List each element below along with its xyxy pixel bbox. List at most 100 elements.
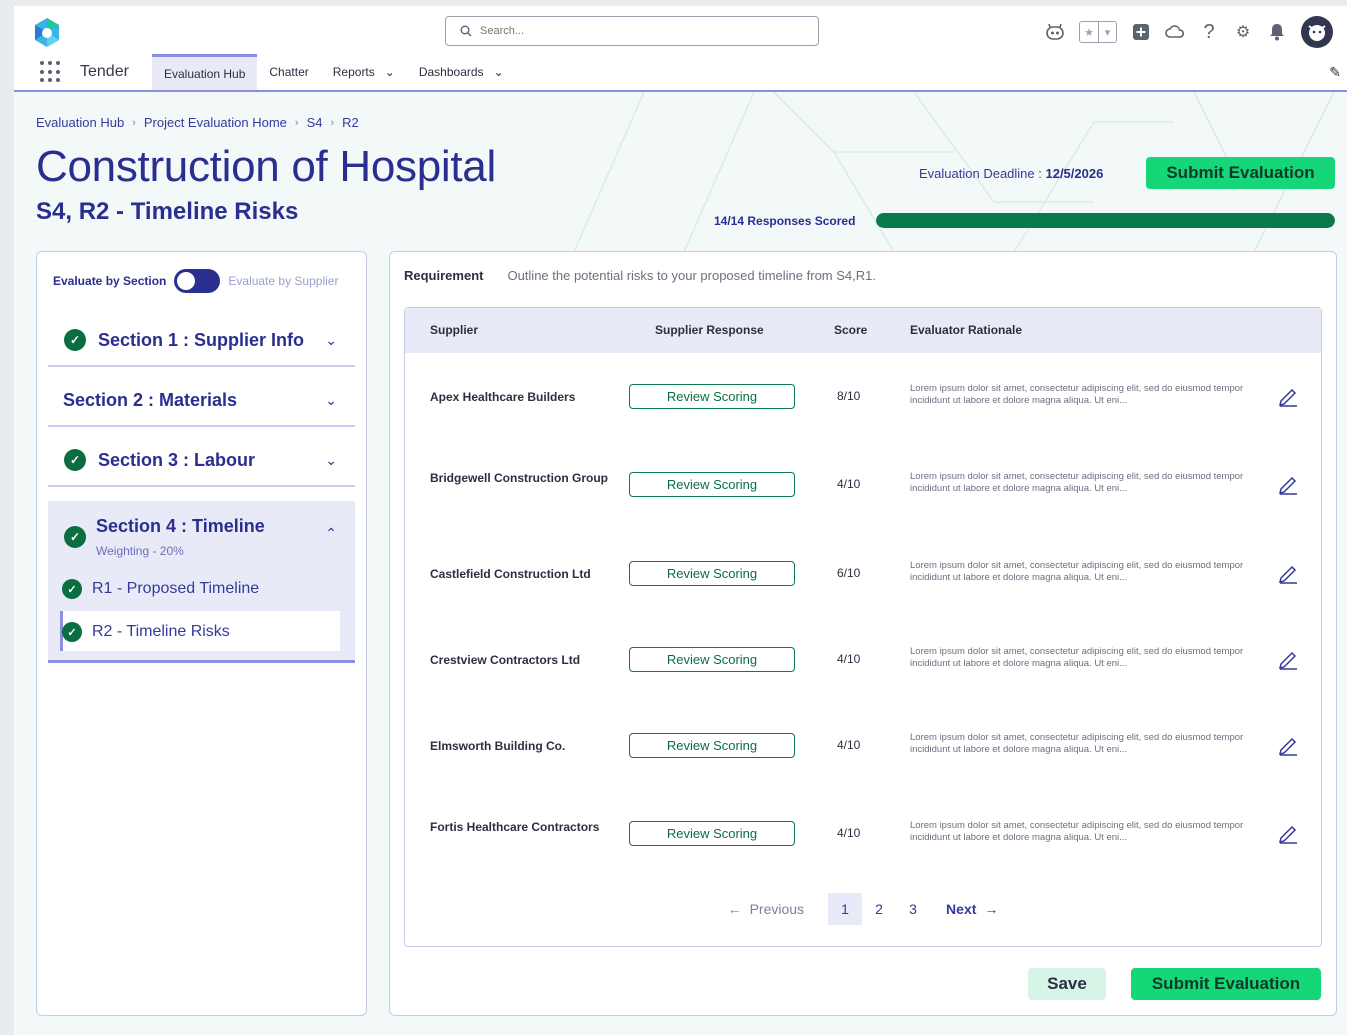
avatar-icon[interactable] — [1301, 16, 1333, 48]
score-value: 4/10 — [837, 738, 861, 752]
tab-chatter[interactable]: Chatter — [257, 54, 320, 90]
evaluation-deadline: Evaluation Deadline : 12/5/2026 — [919, 166, 1103, 181]
requirement-label: Requirement — [404, 268, 484, 283]
sub-item-label: R2 - Timeline Risks — [92, 623, 230, 640]
progress-label: 14/14 Responses Scored — [714, 214, 856, 228]
check-icon: ✓ — [64, 526, 86, 548]
app-logo-icon[interactable] — [30, 16, 64, 50]
page-subtitle: S4, R2 - Timeline Risks — [36, 198, 299, 225]
column-header-score: Score — [834, 323, 868, 337]
chevron-right-icon: › — [294, 116, 299, 129]
table-row: Bridgewell Construction Group Review Sco… — [405, 455, 1321, 515]
column-header-response: Supplier Response — [655, 323, 764, 337]
tab-label: Evaluation Hub — [164, 66, 246, 81]
pencil-icon[interactable] — [1277, 473, 1299, 495]
supplier-scores-table: Supplier Supplier Response Score Evaluat… — [404, 307, 1322, 947]
breadcrumb-r2[interactable]: R2 — [342, 115, 359, 130]
pencil-icon[interactable] — [1277, 648, 1299, 670]
submit-evaluation-bottom-button[interactable]: Submit Evaluation — [1131, 968, 1321, 1000]
rationale-text: Lorem ipsum dolor sit amet, consectetur … — [910, 732, 1244, 755]
column-header-supplier: Supplier — [430, 323, 479, 337]
tab-evaluation-hub[interactable]: Evaluation Hub — [152, 54, 258, 90]
sidebar-section-3[interactable]: ✓ Section 3 : Labour ⌄ — [48, 435, 355, 487]
chevron-right-icon: › — [132, 116, 136, 129]
tab-label: Reports — [332, 65, 375, 79]
table-row: Castlefield Construction Ltd Review Scor… — [405, 544, 1321, 604]
review-scoring-button[interactable]: Review Scoring — [629, 647, 795, 672]
section-label: Section 2 : Materials — [63, 389, 238, 410]
review-scoring-button[interactable]: Review Scoring — [629, 821, 795, 846]
evaluate-mode-toggle-row: Evaluate by Section Evaluate by Supplier — [53, 269, 338, 293]
pagination: ← Previous 1 2 3 Next → — [405, 893, 1321, 925]
next-label: Next — [946, 901, 977, 917]
rationale-text: Lorem ipsum dolor sit amet, consectetur … — [910, 646, 1244, 669]
breadcrumb-project-home[interactable]: Project Evaluation Home — [144, 115, 287, 130]
save-button[interactable]: Save — [1028, 968, 1106, 1000]
chevron-down-icon[interactable]: ⌄ — [385, 65, 395, 79]
review-scoring-button[interactable]: Review Scoring — [629, 561, 795, 586]
check-icon: ✓ — [64, 449, 86, 471]
review-scoring-button[interactable]: Review Scoring — [629, 384, 795, 409]
chevron-up-icon[interactable]: ⌃ — [325, 525, 337, 542]
sidebar-section-4[interactable]: ✓ Section 4 : Timeline Weighting - 20% ⌃… — [48, 501, 355, 663]
score-value: 4/10 — [837, 652, 861, 666]
tab-reports[interactable]: Reports ⌄ — [321, 54, 407, 90]
plus-icon[interactable] — [1131, 22, 1151, 42]
evaluation-panel: Requirement Outline the potential risks … — [389, 251, 1337, 1016]
search-icon — [460, 25, 472, 37]
agent-icon[interactable] — [1045, 22, 1065, 42]
breadcrumb-evaluation-hub[interactable]: Evaluation Hub — [36, 115, 124, 130]
score-value: 4/10 — [837, 477, 861, 491]
supplier-name: Castlefield Construction Ltd — [430, 567, 591, 581]
edit-nav-pencil-icon[interactable]: ✎ — [1329, 64, 1341, 81]
chevron-down-icon[interactable]: ▾ — [1098, 22, 1116, 42]
sidebar-item-r2[interactable]: ✓ R2 - Timeline Risks — [62, 622, 230, 642]
sidebar-section-1[interactable]: ✓ Section 1 : Supplier Info ⌄ — [48, 315, 355, 367]
global-search[interactable] — [445, 16, 819, 46]
pencil-icon[interactable] — [1277, 822, 1299, 844]
breadcrumb: Evaluation Hub › Project Evaluation Home… — [36, 115, 359, 130]
pencil-icon[interactable] — [1277, 385, 1299, 407]
search-input[interactable] — [480, 25, 780, 37]
table-row: Crestview Contractors Ltd Review Scoring… — [405, 630, 1321, 690]
evaluate-mode-toggle[interactable] — [174, 269, 221, 293]
chevron-down-icon[interactable]: ⌄ — [325, 452, 337, 469]
submit-evaluation-button[interactable]: Submit Evaluation — [1146, 157, 1335, 189]
deadline-value: 12/5/2026 — [1045, 166, 1104, 181]
section-label: Section 1 : Supplier Info — [98, 329, 305, 350]
next-page-button[interactable]: Next → — [946, 901, 998, 917]
chevron-down-icon[interactable]: ⌄ — [325, 332, 337, 349]
section-navigator: Evaluate by Section Evaluate by Supplier… — [36, 251, 367, 1016]
column-header-rationale: Evaluator Rationale — [910, 323, 1023, 337]
gear-icon[interactable]: ⚙ — [1233, 22, 1253, 42]
favorites-control[interactable]: ★ ▾ — [1079, 21, 1117, 43]
page-3-button[interactable]: 3 — [896, 893, 930, 925]
bell-icon[interactable] — [1267, 22, 1287, 42]
check-icon: ✓ — [62, 579, 82, 599]
tab-dashboards[interactable]: Dashboards ⌄ — [407, 54, 516, 90]
cloud-icon[interactable] — [1165, 22, 1185, 42]
help-icon[interactable]: ? — [1199, 21, 1219, 43]
chevron-down-icon[interactable]: ⌄ — [494, 65, 504, 79]
pencil-icon[interactable] — [1277, 562, 1299, 584]
page-2-button[interactable]: 2 — [862, 893, 896, 925]
sidebar-section-2[interactable]: Section 2 : Materials ⌄ — [48, 375, 355, 427]
pencil-icon[interactable] — [1277, 734, 1299, 756]
chevron-right-icon: › — [330, 116, 335, 129]
sidebar-item-r1[interactable]: ✓ R1 - Proposed Timeline — [62, 579, 259, 599]
breadcrumb-s4[interactable]: S4 — [307, 115, 323, 130]
review-scoring-button[interactable]: Review Scoring — [629, 472, 795, 497]
previous-page-button[interactable]: ← Previous — [728, 901, 804, 917]
chevron-down-icon[interactable]: ⌄ — [325, 392, 337, 409]
section-label: Section 3 : Labour — [98, 449, 256, 470]
page-1-button[interactable]: 1 — [828, 893, 863, 925]
check-icon: ✓ — [64, 329, 86, 351]
table-row: Fortis Healthcare Contractors Review Sco… — [405, 804, 1321, 864]
star-icon[interactable]: ★ — [1080, 22, 1098, 42]
supplier-name: Apex Healthcare Builders — [430, 390, 576, 404]
previous-label: Previous — [749, 901, 805, 917]
requirement-text: Outline the potential risks to your prop… — [507, 268, 876, 283]
waffle-icon[interactable] — [40, 61, 62, 83]
review-scoring-button[interactable]: Review Scoring — [629, 733, 795, 758]
progress-bar — [876, 213, 1335, 228]
